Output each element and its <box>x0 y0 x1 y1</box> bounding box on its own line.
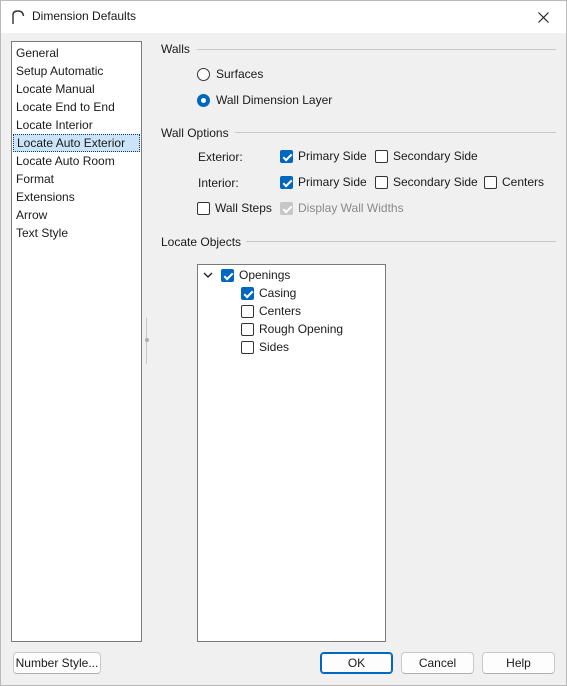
wall-options-divider <box>235 132 556 133</box>
sidebar-item-text-style[interactable]: Text Style <box>13 224 140 242</box>
surfaces-radio-label: Surfaces <box>216 67 264 81</box>
openings-label: Openings <box>239 268 291 282</box>
tree-node-rough-opening[interactable]: Rough Opening <box>241 322 343 336</box>
sidebar-item-extensions[interactable]: Extensions <box>13 188 140 206</box>
wall-options-group-header: Wall Options <box>161 126 229 140</box>
wall-dimension-layer-radio-label: Wall Dimension Layer <box>216 93 333 107</box>
display-wall-widths-checkbox[interactable]: Display Wall Widths <box>280 201 404 215</box>
wall-steps-checkbox[interactable]: Wall Steps <box>197 201 272 215</box>
interior-centers-checkbox[interactable]: Centers <box>484 175 544 189</box>
tree-node-sides[interactable]: Sides <box>241 340 289 354</box>
close-button[interactable] <box>520 1 566 33</box>
category-list[interactable]: General Setup Automatic Locate Manual Lo… <box>11 41 142 642</box>
casing-label: Casing <box>259 286 297 300</box>
wall-steps-box <box>197 201 210 215</box>
close-icon <box>537 11 549 23</box>
exterior-secondary-side-box <box>375 149 388 163</box>
splitter-grip-icon <box>145 338 149 342</box>
title-bar: Dimension Defaults <box>1 1 566 33</box>
exterior-primary-side-checkbox[interactable]: Primary Side <box>280 149 367 163</box>
interior-primary-side-label: Primary Side <box>298 175 367 189</box>
sidebar-item-locate-auto-exterior[interactable]: Locate Auto Exterior <box>13 134 140 152</box>
tree-node-casing[interactable]: Casing <box>241 286 296 300</box>
interior-secondary-side-checkbox[interactable]: Secondary Side <box>375 175 478 189</box>
sides-label: Sides <box>259 340 290 354</box>
centers-box <box>241 304 254 318</box>
sidebar-item-setup-automatic[interactable]: Setup Automatic <box>13 62 140 80</box>
dialog-window: Dimension Defaults General Setup Automat… <box>0 0 567 686</box>
wall-steps-label: Wall Steps <box>215 201 272 215</box>
exterior-primary-side-label: Primary Side <box>298 149 367 163</box>
sidebar-item-locate-manual[interactable]: Locate Manual <box>13 80 140 98</box>
casing-check-icon <box>241 286 254 300</box>
exterior-primary-side-check-icon <box>280 149 293 163</box>
tree-node-centers[interactable]: Centers <box>241 304 301 318</box>
sidebar-item-format[interactable]: Format <box>13 170 140 188</box>
interior-centers-box <box>484 175 497 189</box>
chevron-down-icon[interactable] <box>203 270 213 280</box>
openings-check-icon <box>221 268 234 282</box>
centers-label: Centers <box>259 304 302 318</box>
casing-checkbox[interactable]: Casing <box>241 286 296 300</box>
help-button[interactable]: Help <box>482 652 555 674</box>
display-wall-widths-check-icon <box>280 201 293 215</box>
sidebar-item-locate-end-to-end[interactable]: Locate End to End <box>13 98 140 116</box>
wall-dimension-layer-radio-indicator <box>197 93 210 107</box>
number-style-button[interactable]: Number Style... <box>13 652 101 674</box>
sides-checkbox[interactable]: Sides <box>241 340 289 354</box>
exterior-label: Exterior: <box>198 150 243 164</box>
sidebar-item-locate-auto-room[interactable]: Locate Auto Room <box>13 152 140 170</box>
tree-node-openings[interactable]: Openings <box>203 268 290 282</box>
window-title: Dimension Defaults <box>32 9 137 23</box>
walls-divider <box>197 49 556 50</box>
locate-objects-tree[interactable]: Openings Casing Centers Rough Opening Si… <box>197 264 386 642</box>
sides-box <box>241 340 254 354</box>
sidebar-item-arrow[interactable]: Arrow <box>13 206 140 224</box>
rough-opening-checkbox[interactable]: Rough Opening <box>241 322 343 336</box>
display-wall-widths-label: Display Wall Widths <box>298 201 404 215</box>
ok-button[interactable]: OK <box>320 652 393 674</box>
surfaces-radio[interactable]: Surfaces <box>197 67 263 81</box>
centers-checkbox[interactable]: Centers <box>241 304 301 318</box>
interior-centers-label: Centers <box>502 175 545 189</box>
exterior-secondary-side-checkbox[interactable]: Secondary Side <box>375 149 478 163</box>
locate-objects-group-header: Locate Objects <box>161 235 242 249</box>
interior-label: Interior: <box>198 176 239 190</box>
interior-secondary-side-label: Secondary Side <box>393 175 478 189</box>
rough-opening-label: Rough Opening <box>259 322 344 336</box>
interior-primary-side-checkbox[interactable]: Primary Side <box>280 175 367 189</box>
locate-objects-divider <box>246 241 556 242</box>
interior-primary-side-check-icon <box>280 175 293 189</box>
wall-dimension-layer-radio[interactable]: Wall Dimension Layer <box>197 93 332 107</box>
sidebar-item-locate-interior[interactable]: Locate Interior <box>13 116 140 134</box>
openings-checkbox[interactable]: Openings <box>221 268 290 282</box>
walls-group-header: Walls <box>161 42 190 56</box>
app-arch-icon <box>12 10 25 24</box>
exterior-secondary-side-label: Secondary Side <box>393 149 478 163</box>
sidebar-item-general[interactable]: General <box>13 44 140 62</box>
surfaces-radio-indicator <box>197 67 210 81</box>
cancel-button[interactable]: Cancel <box>401 652 474 674</box>
interior-secondary-side-box <box>375 175 388 189</box>
rough-opening-box <box>241 322 254 336</box>
